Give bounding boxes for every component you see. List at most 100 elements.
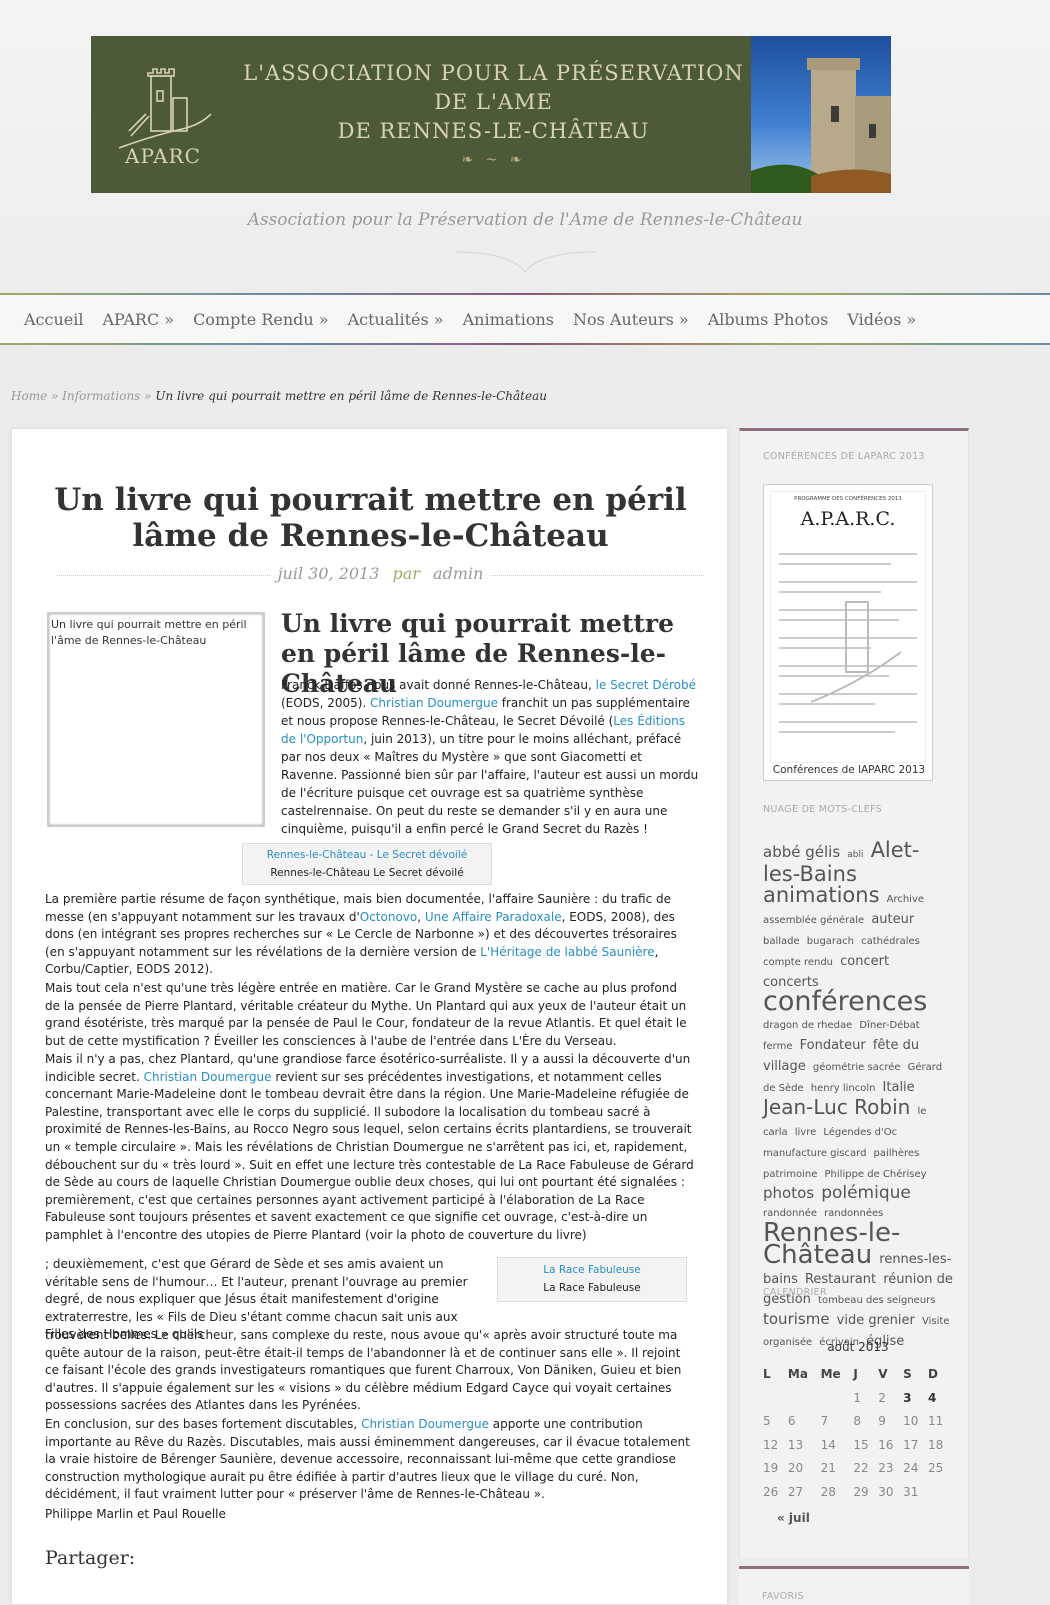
widget-title-conferences: CONFÉRENCES DE LAPARC 2013 (763, 451, 925, 462)
tag-link[interactable]: cathédrales (861, 936, 920, 947)
calendar-day[interactable]: 3 (903, 1386, 928, 1410)
share-heading: Partager: (45, 1547, 136, 1569)
calendar-day: 17 (903, 1437, 919, 1452)
calendar-day: 7 (820, 1414, 829, 1429)
tag-link[interactable]: vide grenier (837, 1313, 915, 1328)
tag-link[interactable]: Italie (883, 1080, 915, 1095)
calendar-day: 14 (820, 1437, 836, 1452)
tag-link[interactable]: conférences (763, 986, 927, 1017)
calendar-prev-month[interactable]: « juil (777, 1511, 810, 1525)
tag-link[interactable]: henry lincoln (811, 1083, 876, 1094)
tag-link[interactable]: abbé gélis (763, 843, 840, 861)
caption-text: Rennes-le-Château Le Secret dévoilé (270, 867, 464, 879)
calendar-day: 1 (853, 1390, 861, 1405)
tag-link[interactable]: assemblée générale (763, 915, 864, 926)
inline-link[interactable]: le Secret Dérobé (596, 678, 696, 692)
tag-link[interactable]: livre (795, 1127, 817, 1138)
calendar-weekday: V (878, 1367, 888, 1381)
post-content: Un livre qui pourrait mettre en péril lâ… (11, 428, 728, 1605)
inline-link[interactable]: Christian Doumergue (361, 1417, 489, 1431)
calendar-weekday: J (853, 1367, 858, 1381)
page-title: Un livre qui pourrait mettre en péril lâ… (54, 482, 687, 554)
text-run: Mais tout cela n'est qu'une très légère … (45, 981, 687, 1048)
banner-line-2: DE L'AME (434, 89, 553, 114)
breadcrumb-informations[interactable]: Informations (62, 389, 140, 403)
calendar: L Ma Me J V S D 1 2 3 4 5 6 7 8 9 10 11 12 13 14 15 16 17 18 19 2… (763, 1362, 953, 1504)
post-by: par (388, 564, 424, 583)
tag-link[interactable]: manufacture giscard (763, 1148, 866, 1159)
calendar-day (821, 1386, 854, 1410)
tag-link[interactable]: tombeau des seigneurs (818, 1295, 935, 1306)
inline-link[interactable]: Christian Doumergue (370, 696, 498, 710)
post-signature: Philippe Marlin et Paul Rouelle (45, 1507, 226, 1521)
calendar-weekday: L (763, 1367, 771, 1381)
tag-cloud: abbé gélis abli Alet-les-Bains animation… (763, 840, 953, 1352)
nav-actualites[interactable]: Actualités » (348, 310, 444, 329)
image-caption-1: Rennes-le-Château - Le Secret dévoilé Re… (242, 843, 492, 885)
calendar-day (928, 1480, 953, 1504)
inline-link[interactable]: Une Affaire Paradoxale (425, 910, 562, 924)
tag-link[interactable]: concert (840, 954, 889, 969)
tag-link[interactable]: Jean-Luc Robin (763, 1095, 910, 1119)
banner-line-1: L'ASSOCIATION POUR LA PRÉSERVATION (243, 60, 744, 85)
tag-link[interactable]: ballade (763, 936, 800, 947)
tag-link[interactable]: compte rendu (763, 957, 833, 968)
intro-paragraph: Franck Daffos nous avait donné Rennes-le… (281, 676, 701, 838)
poster-title: A.P.A.R.C. (800, 508, 896, 530)
tag-link[interactable]: dragon de rhedae (763, 1020, 852, 1031)
inline-link[interactable]: L'Héritage de labbé Saunière (480, 945, 654, 959)
calendar-weekday: S (903, 1367, 912, 1381)
inline-link[interactable]: Octonovo (360, 910, 417, 924)
text-run: En conclusion, sur des bases fortement d… (45, 1417, 362, 1431)
tag-link[interactable]: Dîner-Débat (859, 1020, 919, 1031)
tag-link[interactable]: animations (763, 883, 880, 907)
tag-link[interactable]: ferme (763, 1041, 793, 1052)
post-date[interactable]: juil 30, 2013 (273, 564, 384, 583)
nav-videos[interactable]: Vidéos » (847, 310, 916, 329)
tag-link[interactable]: auteur (871, 912, 914, 927)
calendar-day: 10 (903, 1414, 919, 1429)
nav-albums-photos[interactable]: Albums Photos (708, 310, 829, 329)
widget-title-calendar: CALENDRIER (763, 1287, 827, 1298)
poster-caption[interactable]: Conférences de lAPARC 2013 (764, 764, 934, 776)
caption-link-secret-devoile[interactable]: Rennes-le-Château - Le Secret dévoilé (267, 849, 467, 861)
calendar-day[interactable]: 4 (928, 1386, 953, 1410)
tag-link[interactable]: tourisme (763, 1310, 830, 1328)
calendar-day: 2 (878, 1390, 886, 1405)
nav-aparc[interactable]: APARC » (102, 310, 174, 329)
tag-link[interactable]: Philippe de Chérisey (825, 1169, 927, 1180)
tag-link[interactable]: géométrie sacrée (813, 1062, 901, 1073)
calendar-day: 26 (763, 1484, 779, 1499)
breadcrumb-home[interactable]: Home (11, 389, 47, 403)
tag-link[interactable]: photos (763, 1184, 814, 1202)
tag-link[interactable]: Fondateur (800, 1038, 866, 1053)
tower-photo (751, 36, 891, 193)
tag-link[interactable]: Légendes d'Oc (823, 1127, 897, 1138)
nav-nos-auteurs[interactable]: Nos Auteurs » (573, 310, 689, 329)
calendar-day: 6 (787, 1414, 796, 1429)
tag-link[interactable]: Archive (887, 894, 924, 905)
nav-accueil[interactable]: Accueil (24, 310, 83, 329)
inline-link[interactable]: Christian Doumergue (144, 1070, 272, 1084)
calendar-day: 12 (763, 1437, 779, 1452)
caption-link-race-fabuleuse[interactable]: La Race Fabuleuse (543, 1264, 640, 1276)
nav-compte-rendu[interactable]: Compte Rendu » (193, 310, 329, 329)
conference-poster[interactable]: PROGRAMME DES CONFÉRENCES 2013 A.P.A.R.C… (763, 484, 933, 781)
tag-link[interactable]: abli (847, 850, 863, 860)
main-nav: Accueil APARC » Compte Rendu » Actualité… (0, 293, 1050, 345)
tag-link[interactable]: patrimoine (763, 1169, 817, 1180)
calendar-day: 16 (878, 1437, 894, 1452)
tag-link[interactable]: pailhères (874, 1148, 920, 1159)
tag-link[interactable]: Restaurant (805, 1272, 876, 1287)
breadcrumb-current: Un livre qui pourrait mettre en péril lâ… (155, 389, 547, 403)
site-banner[interactable]: APARC L'ASSOCIATION POUR LA PRÉSERVATION… (91, 36, 891, 193)
tag-link[interactable]: polémique (821, 1183, 911, 1203)
post-author[interactable]: admin (429, 564, 488, 583)
nav-animations[interactable]: Animations (463, 310, 554, 329)
text-run: , juin 2013), un titre pour le moins all… (281, 732, 699, 836)
breadcrumb: Home » Informations » Un livre qui pourr… (11, 389, 547, 403)
poster-image: PROGRAMME DES CONFÉRENCES 2013 A.P.A.R.C… (770, 491, 926, 763)
post-image[interactable]: Un livre qui pourrait mettre en péril l'… (47, 612, 265, 827)
logo-text: APARC (125, 144, 201, 168)
tag-link[interactable]: bugarach (807, 936, 854, 947)
